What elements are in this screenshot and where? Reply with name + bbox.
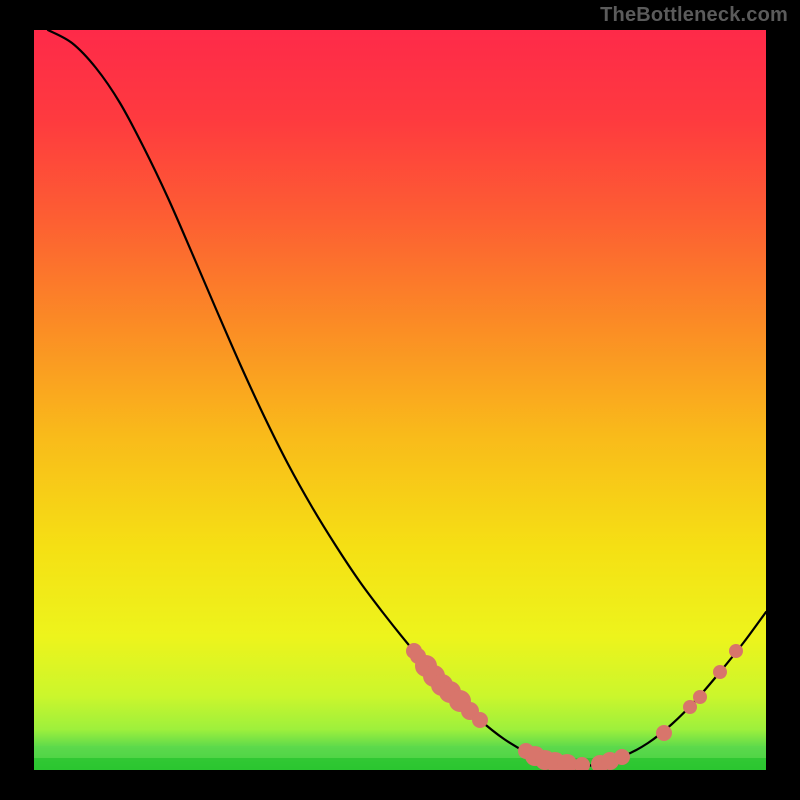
marker-dot bbox=[614, 749, 630, 765]
marker-dot bbox=[656, 725, 672, 741]
bottom-band bbox=[34, 746, 766, 770]
plot-background bbox=[34, 30, 766, 770]
chart-container: TheBottleneck.com bbox=[0, 0, 800, 800]
marker-dot bbox=[693, 690, 707, 704]
marker-dot bbox=[683, 700, 697, 714]
marker-dot bbox=[472, 712, 488, 728]
watermark-text: TheBottleneck.com bbox=[600, 4, 788, 27]
marker-dot bbox=[713, 665, 727, 679]
bottleneck-plot bbox=[34, 30, 766, 770]
marker-dot bbox=[729, 644, 743, 658]
